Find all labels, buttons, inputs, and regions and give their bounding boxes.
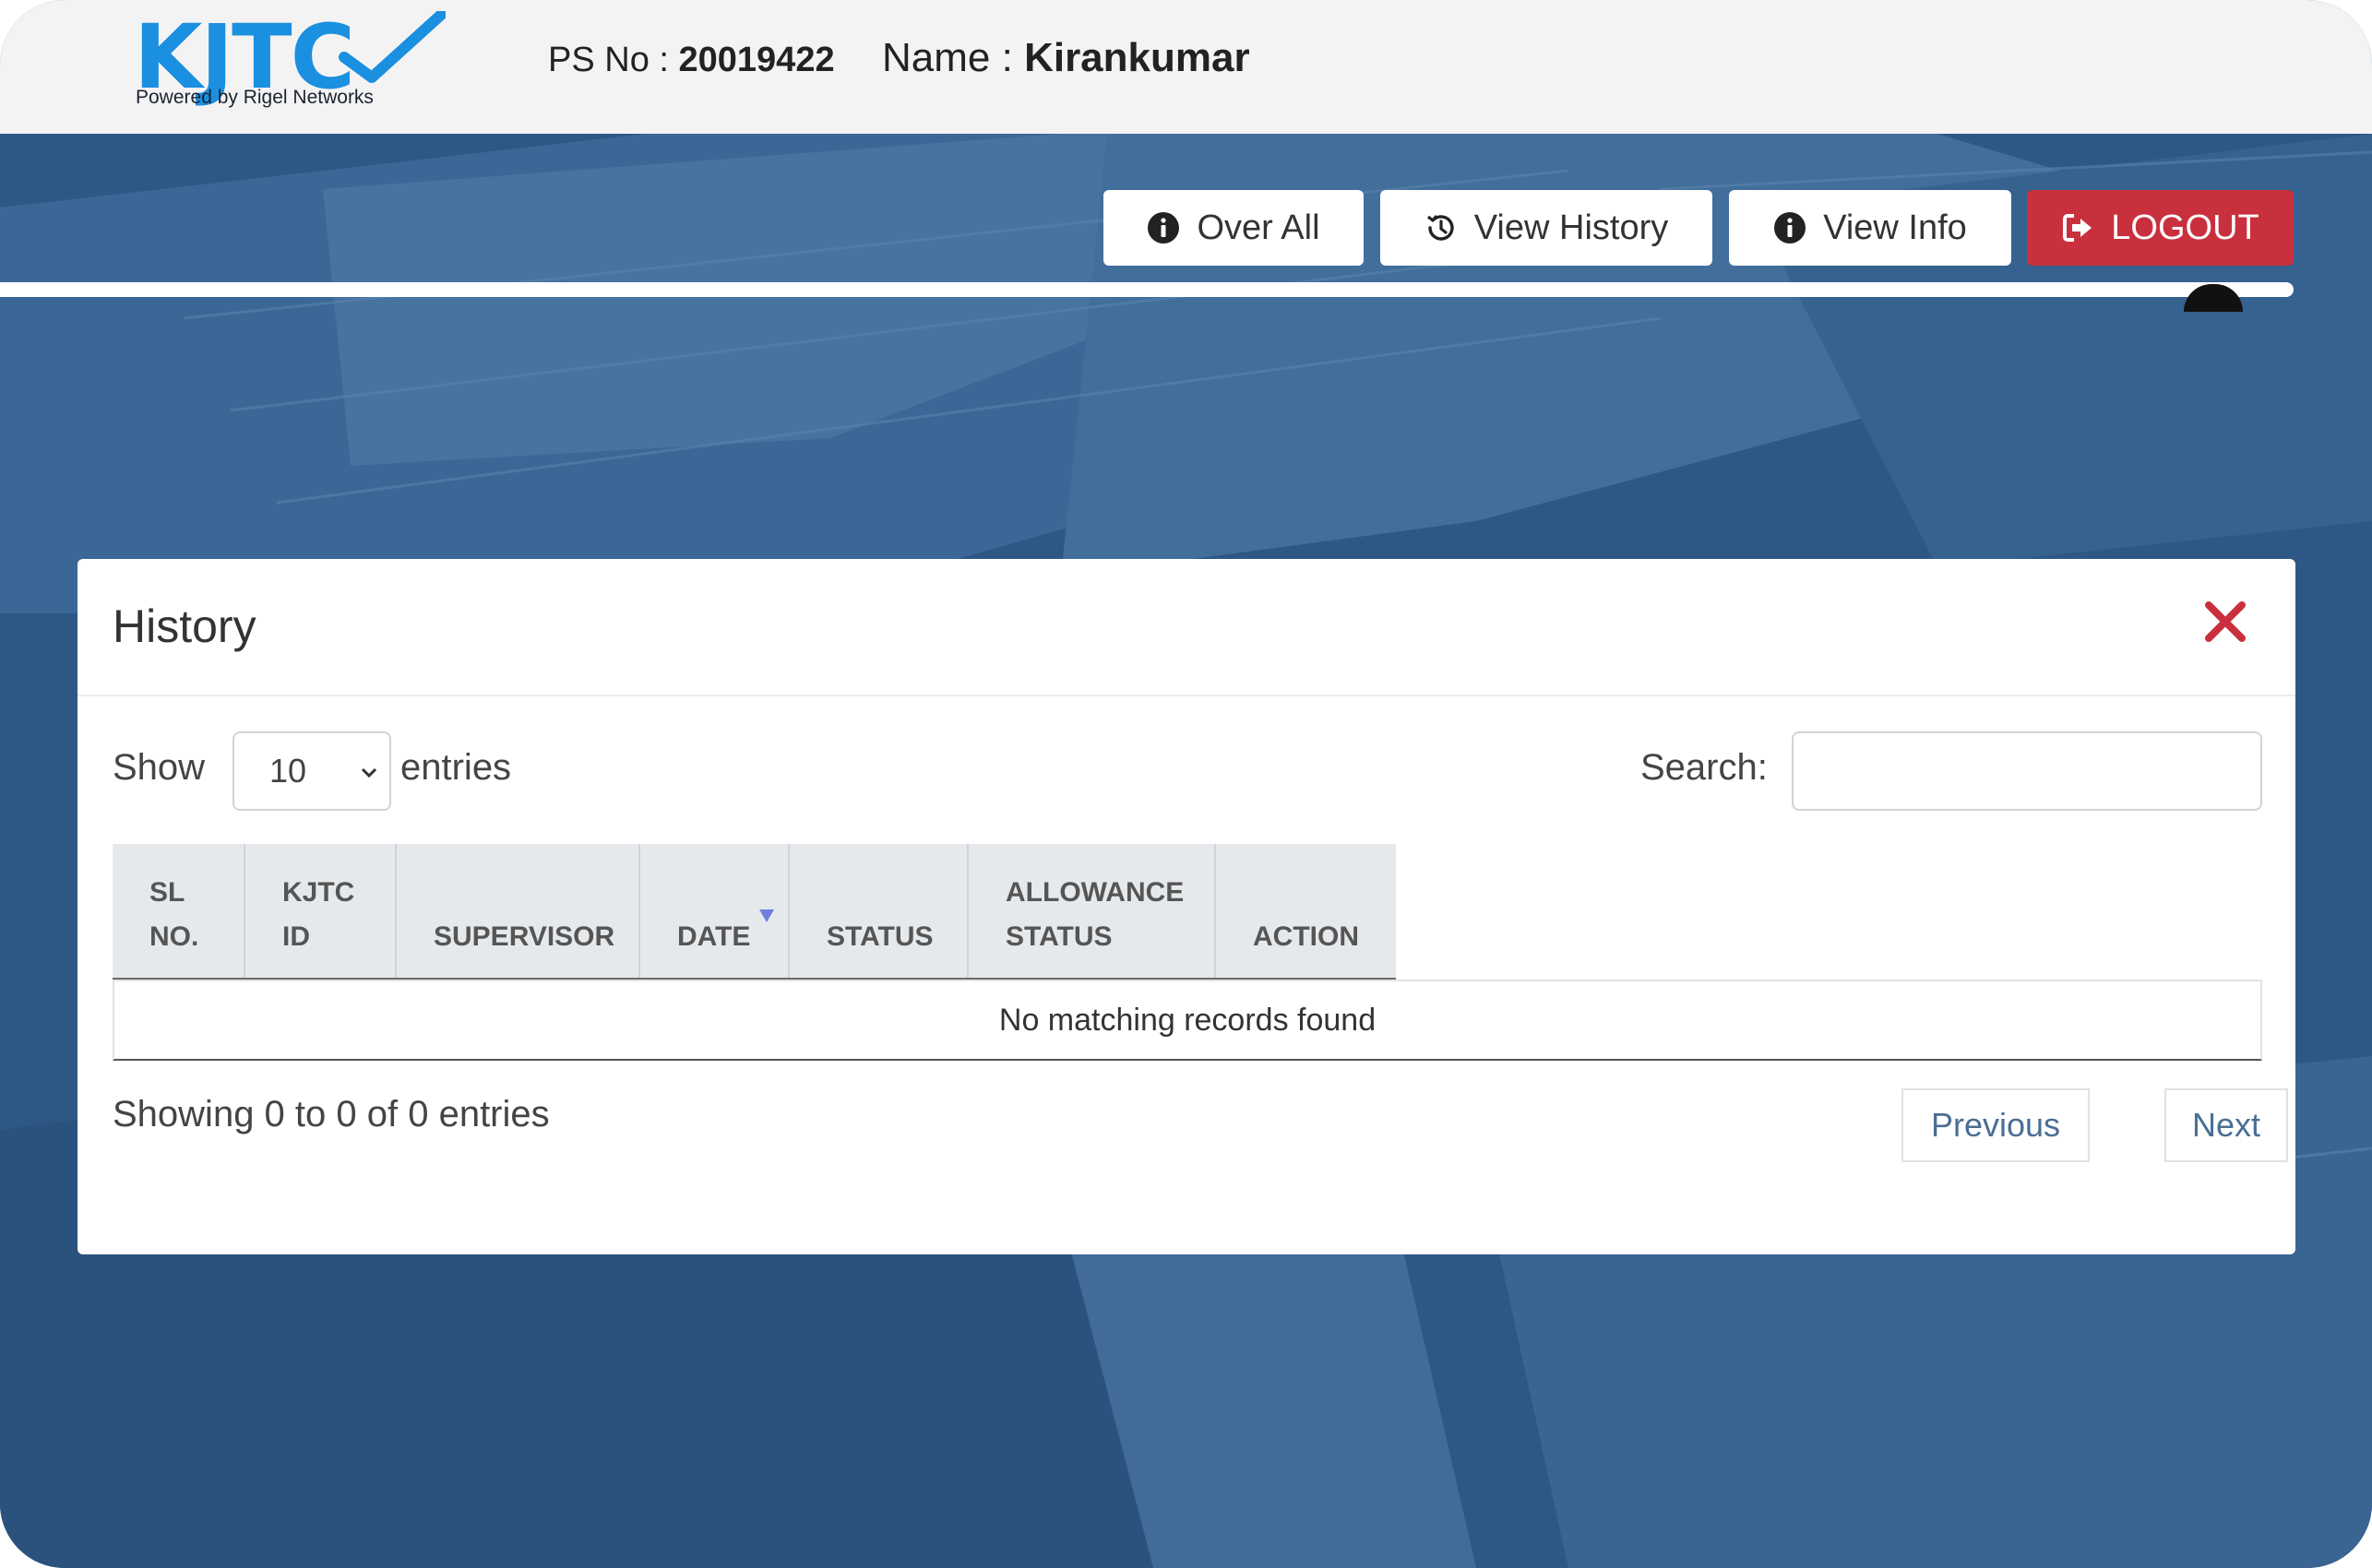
info-circle-icon <box>1148 212 1180 244</box>
logout-button[interactable]: LOGOUT <box>2027 190 2294 266</box>
entries-label: entries <box>400 747 512 788</box>
column-header-supervisor[interactable]: SUPERVISOR <box>397 844 640 978</box>
next-button[interactable]: Next <box>2164 1088 2288 1162</box>
empty-table-row: No matching records found <box>113 980 2262 1061</box>
modal-divider <box>77 695 2295 696</box>
nav-divider <box>0 282 2294 297</box>
user-name: Name : Kirankumar <box>882 35 1250 80</box>
modal-title: History <box>113 600 256 652</box>
view-info-label: View Info <box>1823 208 1967 247</box>
column-header-kjtc-id[interactable]: KJTC ID <box>245 844 397 978</box>
table-info: Showing 0 to 0 of 0 entries <box>113 1094 550 1134</box>
empty-message: No matching records found <box>998 1002 1377 1038</box>
search-label: Search: <box>1640 747 1768 788</box>
user-name-value: Kirankumar <box>1024 35 1250 80</box>
over-all-label: Over All <box>1197 208 1320 247</box>
over-all-button[interactable]: Over All <box>1103 190 1364 266</box>
history-icon <box>1426 215 1454 241</box>
column-header-action[interactable]: ACTION <box>1216 844 1396 978</box>
page-length-select[interactable]: 10 <box>232 731 391 811</box>
page-length-value: 10 <box>269 752 307 790</box>
column-header-allowance-status[interactable]: ALLOWANCE STATUS <box>969 844 1216 978</box>
previous-button[interactable]: Previous <box>1901 1088 2090 1162</box>
table-header: SL NO. KJTC ID SUPERVISOR DATE STATUS AL… <box>113 844 1396 980</box>
view-history-label: View History <box>1473 208 1669 247</box>
app-screen: KJTC Powered by Rigel Networks PS No : 2… <box>0 0 2372 1568</box>
column-header-date[interactable]: DATE <box>640 844 790 978</box>
top-header: KJTC Powered by Rigel Networks PS No : 2… <box>0 0 2372 134</box>
sign-out-icon <box>2063 214 2092 242</box>
ps-number: PS No : 20019422 <box>548 41 835 79</box>
chevron-down-icon <box>361 767 377 778</box>
info-circle-icon <box>1774 212 1806 244</box>
column-header-sl-no[interactable]: SL NO. <box>113 844 245 978</box>
kjtc-logo[interactable]: KJTC Powered by Rigel Networks <box>134 11 457 113</box>
view-history-button[interactable]: View History <box>1380 190 1712 266</box>
column-header-status[interactable]: STATUS <box>790 844 969 978</box>
ps-number-value: 20019422 <box>678 41 835 79</box>
logo-tagline: Powered by Rigel Networks <box>136 87 374 108</box>
close-icon[interactable] <box>2199 596 2251 647</box>
checkmark-icon <box>339 11 446 83</box>
view-info-button[interactable]: View Info <box>1729 190 2011 266</box>
sort-desc-icon <box>759 909 774 922</box>
show-label: Show <box>113 747 206 788</box>
logout-label: LOGOUT <box>2111 208 2259 247</box>
search-input[interactable] <box>1792 731 2262 811</box>
history-modal: History Show 10 entries Search: SL NO. K… <box>77 559 2295 1254</box>
